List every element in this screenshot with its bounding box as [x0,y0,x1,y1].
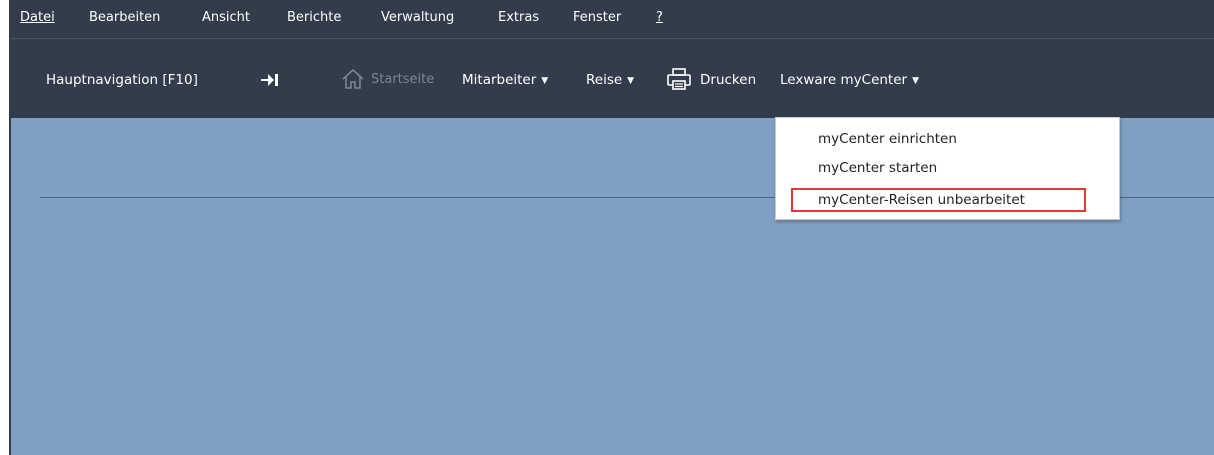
menu-item-mycenter-starten[interactable]: myCenter starten [818,159,937,177]
mitarbeiter-label: Mitarbeiter [462,72,537,88]
chevron-down-icon: ▼ [627,76,635,86]
menu-verwaltung-label: Verwaltung [381,10,455,25]
menu-berichte-label: Berichte [287,10,342,25]
menu-datei[interactable]: Datei [20,9,55,27]
menu-help[interactable]: ? [656,9,663,27]
app-window: Datei Bearbeiten Ansicht Berichte Verwal… [0,0,1214,455]
menu-extras-label: Extras [498,10,540,25]
main-navigation-label: Hauptnavigation [F10] [46,72,198,88]
chevron-down-icon: ▼ [541,76,549,86]
lexware-mycenter-label: Lexware myCenter [780,72,908,88]
highlight-box [791,188,1086,212]
menu-fenster[interactable]: Fenster [573,9,621,27]
printer-icon[interactable] [666,67,692,91]
pin-icon[interactable] [261,72,281,88]
chevron-down-icon: ▼ [912,76,920,86]
main-navigation-toolbar: Hauptnavigation [F10] Startseite Mitarbe… [11,39,1214,118]
reise-label: Reise [586,72,623,88]
home-icon [342,68,364,89]
reise-menu-button[interactable]: Reise ▼ [586,71,634,91]
menu-berichte[interactable]: Berichte [287,9,341,27]
menu-bearbeiten-label: Bearbeiten [89,10,161,25]
mitarbeiter-menu-button[interactable]: Mitarbeiter ▼ [462,71,548,91]
menu-fenster-label: Fenster [573,10,622,25]
menu-datei-label: Datei [20,10,55,25]
menu-bar: Datei Bearbeiten Ansicht Berichte Verwal… [11,0,1214,38]
menu-item-mycenter-einrichten[interactable]: myCenter einrichten [818,130,957,148]
menu-ansicht[interactable]: Ansicht [202,9,250,27]
menu-help-label: ? [656,10,663,25]
window-left-edge [0,0,9,455]
lexware-mycenter-menu-button[interactable]: Lexware myCenter ▼ [780,71,919,91]
mycenter-dropdown-menu: myCenter einrichten myCenter starten myC… [775,117,1120,220]
drucken-button[interactable]: Drucken [700,71,756,89]
menu-verwaltung[interactable]: Verwaltung [381,9,454,27]
startseite-button: Startseite [371,72,435,87]
menu-bearbeiten[interactable]: Bearbeiten [89,9,160,27]
menu-extras[interactable]: Extras [498,9,539,27]
menu-ansicht-label: Ansicht [202,10,251,25]
